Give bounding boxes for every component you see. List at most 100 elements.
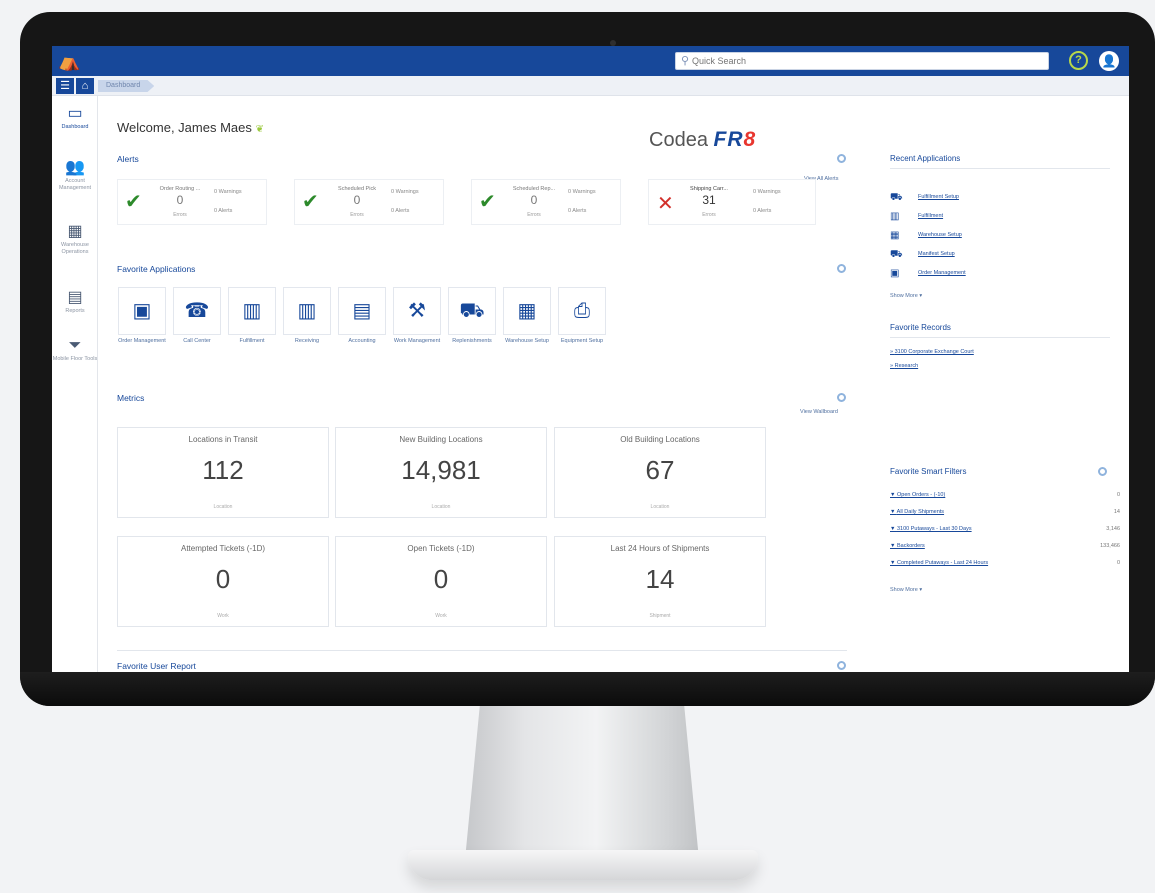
work-icon: ⚒	[408, 300, 426, 322]
alert-card[interactable]: ✔ Order Routing ... 0 Errors 0 Warnings …	[117, 179, 267, 225]
brand-mark: FR8	[714, 128, 757, 151]
fulfillment-icon: ▥	[242, 300, 262, 322]
app-tile-call-center[interactable]: ☎	[173, 287, 221, 335]
recent-app-item[interactable]: ▦ Warehouse Setup	[890, 230, 1010, 243]
breadcrumb-bar: ☰ ⌂ Dashboard	[52, 76, 1129, 96]
reports-icon: ▤	[67, 289, 83, 306]
nav-account-management[interactable]: 👥 Account Management	[52, 158, 98, 192]
app-tile-order-management[interactable]: ▣	[118, 287, 166, 335]
smart-filter-label: Backorders	[896, 543, 925, 549]
section-divider	[117, 650, 847, 651]
help-icon[interactable]: ?	[1069, 51, 1088, 70]
recent-app-link[interactable]: Manifest Setup	[918, 251, 955, 257]
accounting-icon: ▤	[352, 300, 372, 322]
smart-filters-show-more[interactable]: Show More ▾	[890, 587, 922, 593]
metric-card[interactable]: Attempted Tickets (-1D) 0 Work	[117, 536, 329, 627]
screen: ⛺ ⚲ ? 👤 ☰ ⌂ Dashboard ▭ Dashboard 👥 Acco…	[52, 46, 1129, 672]
smart-filter-item[interactable]: ▼ Completed Putaways - Last 24 Hours 0	[890, 560, 1120, 570]
recent-app-item[interactable]: ⛟ Fulfillment Setup	[890, 192, 1010, 205]
recent-apps-show-more[interactable]: Show More ▾	[890, 293, 922, 299]
recent-app-item[interactable]: ▥ Fulfillment	[890, 211, 1010, 224]
favorite-record-link[interactable]: » 3100 Corporate Exchange Court	[890, 349, 974, 355]
warehouse-setup-icon: ▦	[517, 300, 537, 322]
nav-mobile-floor-tools[interactable]: ⏷ Mobile Floor Tools	[52, 336, 98, 363]
metric-value: 0	[215, 564, 231, 594]
metric-title: Locations in Transit	[188, 435, 258, 444]
app-tile-equipment-setup[interactable]: ⎙	[558, 287, 606, 335]
check-icon: ✔	[125, 191, 142, 213]
smart-filter-count: 14	[1113, 509, 1120, 515]
favorite-apps-settings-icon[interactable]	[837, 264, 846, 273]
metric-card[interactable]: New Building Locations 14,981 Location	[335, 427, 547, 518]
app-tile-replenishments[interactable]: ⛟	[448, 287, 496, 335]
recent-app-link[interactable]: Fulfillment	[918, 213, 943, 219]
alert-name: Scheduled Pick	[338, 186, 376, 192]
nav-warehouse-operations[interactable]: ▦ Warehouse Operations	[52, 222, 98, 256]
metric-card[interactable]: Old Building Locations 67 Location	[554, 427, 766, 518]
recent-app-item[interactable]: ⛟ Manifest Setup	[890, 249, 1010, 262]
nav-dashboard[interactable]: ▭ Dashboard	[52, 104, 98, 131]
alert-card[interactable]: ✕ Shipping Carr... 31 Errors 0 Warnings …	[648, 179, 816, 225]
smart-filter-link[interactable]: ▼ 3100 Putaways - Last 30 Days	[890, 526, 972, 532]
recent-app-link[interactable]: Fulfillment Setup	[918, 194, 959, 200]
app-label: Fulfillment	[239, 338, 265, 344]
menu-icon[interactable]: ☰	[56, 78, 74, 94]
breadcrumb[interactable]: Dashboard	[98, 80, 155, 92]
app-tile-work-management[interactable]: ⚒	[393, 287, 441, 335]
metric-card[interactable]: Last 24 Hours of Shipments 14 Shipment	[554, 536, 766, 627]
smart-filter-link[interactable]: ▼ All Daily Shipments	[890, 509, 944, 515]
alert-name: Order Routing ...	[159, 186, 201, 192]
recent-app-link[interactable]: Warehouse Setup	[918, 232, 962, 238]
favorite-record-label: 3100 Corporate Exchange Court	[894, 349, 974, 355]
metric-unit: Work	[435, 613, 447, 619]
app-tile-warehouse-setup[interactable]: ▦	[503, 287, 551, 335]
nav-label: Mobile Floor Tools	[52, 356, 98, 362]
chevron-down-icon: ▾	[919, 293, 923, 299]
recent-apps-title: Recent Applications	[890, 154, 961, 163]
equipment-icon: ⎙	[574, 300, 590, 322]
smart-filter-item[interactable]: ▼ Backorders 133,466	[890, 543, 1120, 553]
smart-filter-link[interactable]: ▼ Backorders	[890, 543, 925, 549]
nav-reports[interactable]: ▤ Reports	[52, 288, 98, 315]
app-logo-icon[interactable]: ⛺	[58, 51, 80, 71]
metric-title: New Building Locations	[399, 435, 483, 444]
smart-filter-item[interactable]: ▼ 3100 Putaways - Last 30 Days 3,146	[890, 526, 1120, 536]
alert-name: Shipping Carr...	[690, 186, 728, 192]
smart-filter-item[interactable]: ▼ Open Orders - (-10) 0	[890, 492, 1120, 502]
alert-alerts: 0 Alerts	[214, 208, 233, 214]
recent-app-link[interactable]: Order Management	[918, 270, 966, 276]
app-tile-receiving[interactable]: ▥	[283, 287, 331, 335]
section-divider	[890, 168, 1110, 169]
warehouse-icon: ▦	[67, 223, 83, 240]
alert-warnings: 0 Warnings	[753, 189, 781, 195]
home-icon[interactable]: ⌂	[76, 78, 94, 94]
smart-filter-link[interactable]: ▼ Completed Putaways - Last 24 Hours	[890, 560, 988, 566]
metric-card[interactable]: Locations in Transit 112 Location	[117, 427, 329, 518]
alert-card[interactable]: ✔ Scheduled Rep... 0 Errors 0 Warnings 0…	[471, 179, 621, 225]
recent-app-item[interactable]: ▣ Order Management	[890, 268, 1010, 281]
search-input[interactable]	[692, 53, 1032, 69]
metric-card[interactable]: Open Tickets (-1D) 0 Work	[335, 536, 547, 627]
app-tile-accounting[interactable]: ▤	[338, 287, 386, 335]
user-report-settings-icon[interactable]	[837, 661, 846, 670]
favorite-record-link[interactable]: » Research	[890, 363, 918, 369]
alert-card[interactable]: ✔ Scheduled Pick 0 Errors 0 Warnings 0 A…	[294, 179, 444, 225]
welcome-text: Welcome, James Maes	[117, 120, 252, 135]
alert-warnings: 0 Warnings	[214, 189, 242, 195]
view-wallboard-link[interactable]: View Wallboard	[800, 409, 838, 415]
alerts-settings-icon[interactable]	[837, 154, 846, 163]
smart-filter-count: 0	[1116, 560, 1120, 566]
metrics-settings-icon[interactable]	[837, 393, 846, 402]
metric-title: Old Building Locations	[620, 435, 700, 444]
monitor-chin	[20, 672, 1155, 706]
app-tile-fulfillment[interactable]: ▥	[228, 287, 276, 335]
alert-alerts: 0 Alerts	[753, 208, 772, 214]
app-label: Receiving	[294, 338, 320, 344]
search-box[interactable]: ⚲	[675, 52, 1049, 70]
smart-filter-item[interactable]: ▼ All Daily Shipments 14	[890, 509, 1120, 519]
smart-filter-link[interactable]: ▼ Open Orders - (-10)	[890, 492, 945, 498]
brand-prefix: Codea	[649, 129, 714, 151]
smart-filters-settings-icon[interactable]	[1098, 467, 1107, 476]
user-avatar[interactable]: 👤	[1099, 51, 1119, 71]
smart-filter-count: 133,466	[1100, 543, 1120, 549]
